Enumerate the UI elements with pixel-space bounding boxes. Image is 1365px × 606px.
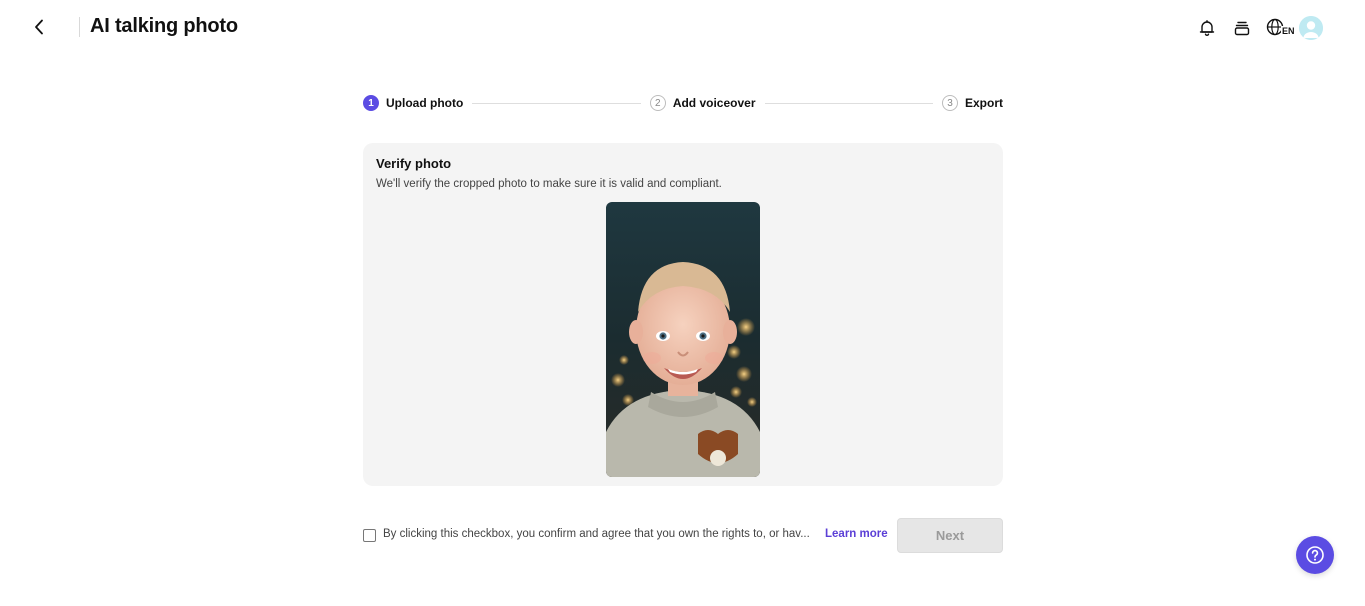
step-add-voiceover: 2 Add voiceover — [649, 95, 756, 111]
step-connector — [472, 102, 641, 104]
step-export: 3 Export — [942, 95, 1003, 111]
step-number: 2 — [649, 95, 666, 111]
user-avatar-icon — [1299, 16, 1323, 40]
stepper: 1 Upload photo 2 Add voiceover 3 Export — [363, 94, 1003, 112]
learn-more-link[interactable]: Learn more — [825, 528, 888, 540]
projects-button[interactable] — [1229, 15, 1255, 41]
chevron-left-icon — [35, 19, 43, 35]
verify-photo-card: Verify photo We'll verify the cropped ph… — [363, 143, 1003, 486]
step-upload-photo: 1 Upload photo — [363, 95, 463, 111]
top-bar: AI talking photo EN — [0, 0, 1365, 56]
consent-row: By clicking this checkbox, you confirm a… — [363, 518, 1003, 553]
step-label: Upload photo — [386, 96, 464, 110]
help-icon — [1306, 546, 1324, 564]
bell-icon — [1199, 20, 1215, 36]
notifications-button[interactable] — [1194, 15, 1220, 41]
consent-text: By clicking this checkbox, you confirm a… — [383, 528, 810, 540]
language-code: EN — [1281, 26, 1296, 36]
step-label: Export — [965, 96, 1004, 110]
step-number: 3 — [942, 95, 958, 111]
language-button[interactable]: EN — [1265, 15, 1296, 41]
step-connector — [764, 102, 933, 104]
verify-title: Verify photo — [376, 156, 452, 171]
user-avatar[interactable] — [1299, 16, 1323, 40]
help-button[interactable] — [1296, 536, 1334, 574]
back-button[interactable] — [28, 16, 50, 38]
page-title: AI talking photo — [90, 15, 238, 37]
cropped-photo-preview — [606, 202, 760, 477]
step-number: 1 — [363, 95, 379, 111]
title-divider — [79, 17, 80, 37]
stack-icon — [1234, 21, 1250, 36]
verify-subtitle: We'll verify the cropped photo to make s… — [376, 178, 722, 190]
step-label: Add voiceover — [672, 96, 756, 110]
next-button[interactable]: Next — [897, 518, 1003, 553]
consent-checkbox[interactable] — [363, 529, 376, 542]
portrait-image — [606, 202, 760, 477]
